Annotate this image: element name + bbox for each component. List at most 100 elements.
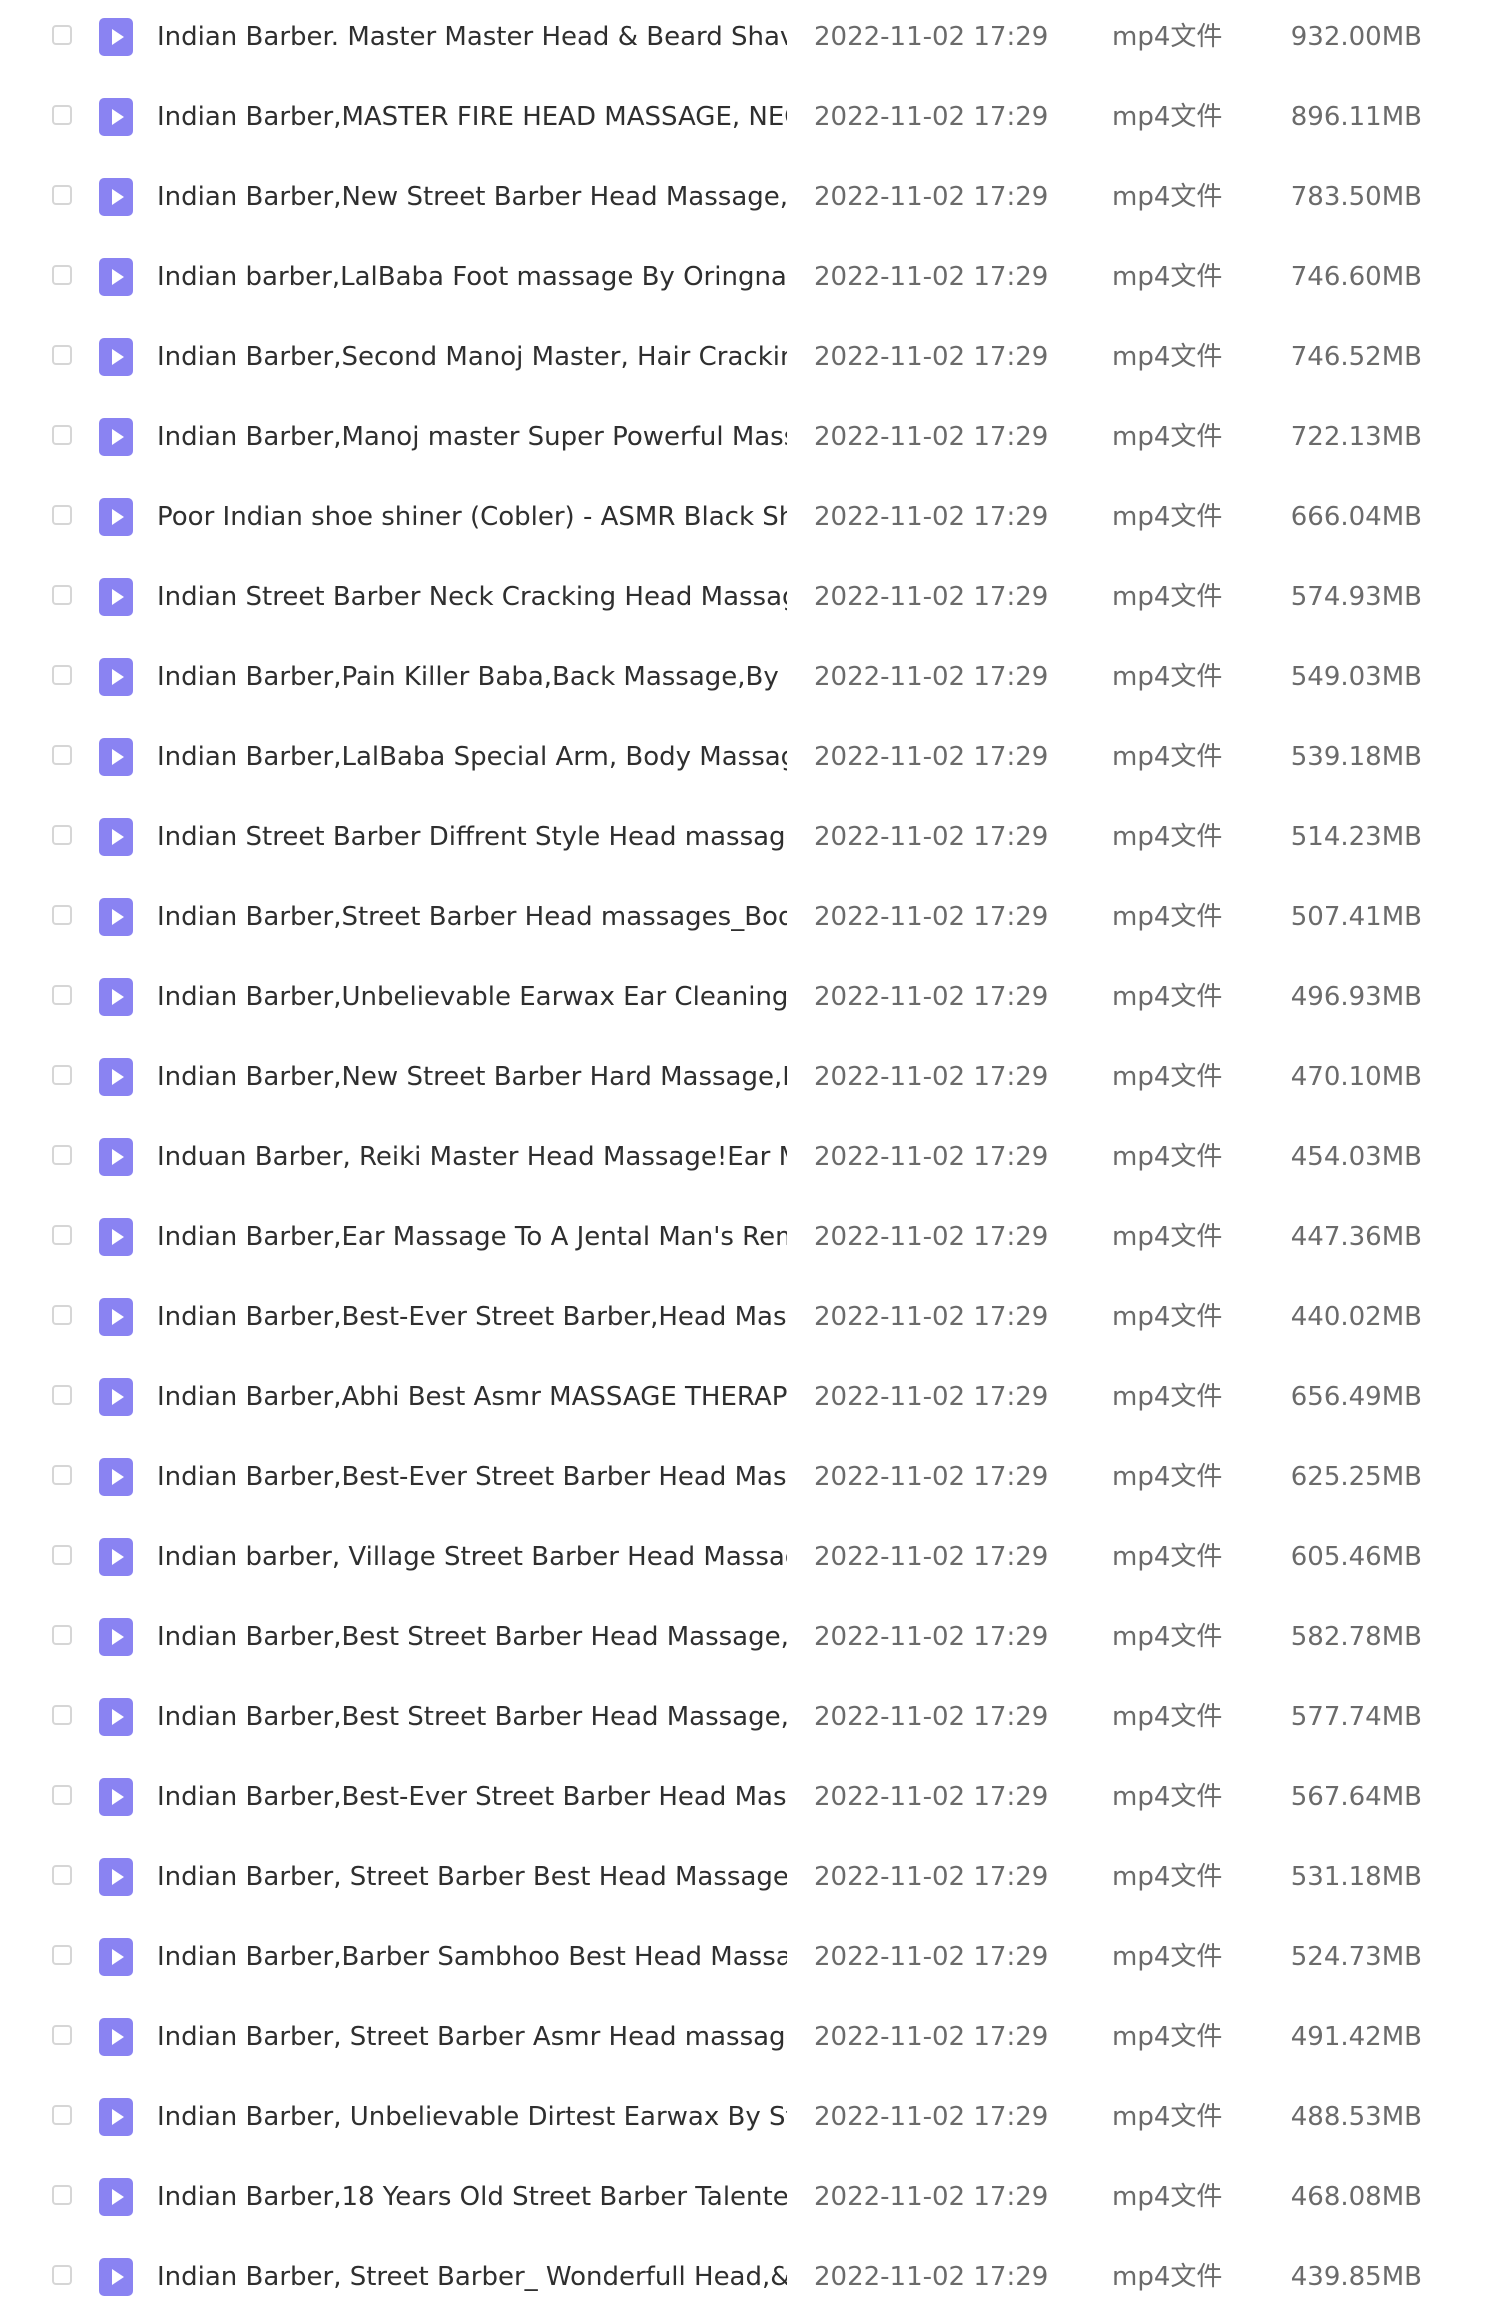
row-checkbox[interactable] (52, 2025, 72, 2045)
file-name[interactable]: Indian Barber,Best-Ever Street Barber He… (157, 1460, 787, 1494)
file-row[interactable]: Indian Barber,New Street Barber Head Mas… (0, 168, 1500, 228)
file-row[interactable]: Indian Barber,Best-Ever Street Barber He… (0, 1448, 1500, 1508)
file-row[interactable]: Indian Barber,Best-Ever Street Barber He… (0, 1768, 1500, 1828)
file-row[interactable]: Indian Barber,Best Street Barber Head Ma… (0, 1688, 1500, 1748)
file-size: 524.73MB (1290, 1942, 1422, 1972)
file-type: mp4文件 (1112, 1462, 1223, 1492)
modified-date: 2022-11-02 17:29 (814, 1142, 1049, 1172)
modified-date: 2022-11-02 17:29 (814, 582, 1049, 612)
file-row[interactable]: Indian Barber,Best Street Barber Head Ma… (0, 1608, 1500, 1668)
video-file-icon (99, 1218, 133, 1256)
file-row[interactable]: Indian Barber,Manoj master Super Powerfu… (0, 408, 1500, 468)
file-name[interactable]: Indian Barber,Barber Sambhoo Best Head M… (157, 1940, 787, 1974)
file-row[interactable]: Indian Barber, Street Barber Asmr Head m… (0, 2008, 1500, 2068)
file-name[interactable]: Indian Barber,Pain Killer Baba,Back Mass… (157, 660, 787, 694)
file-name[interactable]: Indian barber,LalBaba Foot massage By Or… (157, 260, 787, 294)
row-checkbox[interactable] (52, 1705, 72, 1725)
modified-date: 2022-11-02 17:29 (814, 2262, 1049, 2292)
file-row[interactable]: Indian Barber,Street Barber Head massage… (0, 888, 1500, 948)
row-checkbox[interactable] (52, 1625, 72, 1645)
file-name[interactable]: Induan Barber, Reiki Master Head Massage… (157, 1140, 787, 1174)
file-name[interactable]: Indian Barber,New Street Barber Hard Mas… (157, 1060, 787, 1094)
file-row[interactable]: Indian Barber,MASTER FIRE HEAD MASSAGE, … (0, 88, 1500, 148)
row-checkbox[interactable] (52, 25, 72, 45)
file-name[interactable]: Indian Barber, Street Barber Best Head M… (157, 1860, 787, 1894)
file-row[interactable]: Indian Barber,Abhi Best Asmr MASSAGE THE… (0, 1368, 1500, 1428)
file-name[interactable]: Indian Barber,Best-Ever Street Barber,He… (157, 1300, 787, 1334)
row-checkbox[interactable] (52, 985, 72, 1005)
row-checkbox[interactable] (52, 425, 72, 445)
file-name[interactable]: Poor Indian shoe shiner (Cobler) - ASMR … (157, 500, 787, 534)
file-name[interactable]: Indian barber, Village Street Barber Hea… (157, 1540, 787, 1574)
file-row[interactable]: Indian Barber,Second Manoj Master, Hair … (0, 328, 1500, 388)
file-name[interactable]: Indian Barber, Street Barber Asmr Head m… (157, 2020, 787, 2054)
file-row[interactable]: Poor Indian shoe shiner (Cobler) - ASMR … (0, 488, 1500, 548)
file-name[interactable]: Indian Barber, Unbelievable Dirtest Earw… (157, 2100, 787, 2134)
row-checkbox[interactable] (52, 1225, 72, 1245)
file-row[interactable]: Indian Barber, Street Barber_ Wonderfull… (0, 2248, 1500, 2308)
row-checkbox[interactable] (52, 2185, 72, 2205)
file-name[interactable]: Indian Barber,Ear Massage To A Jental Ma… (157, 1220, 787, 1254)
file-name[interactable]: Indian Street Barber Neck Cracking Head … (157, 580, 787, 614)
row-checkbox[interactable] (52, 105, 72, 125)
row-checkbox[interactable] (52, 825, 72, 845)
file-name[interactable]: Indian Barber,Best-Ever Street Barber He… (157, 1780, 787, 1814)
file-size: 783.50MB (1290, 182, 1422, 212)
file-row[interactable]: Indian Barber. Master Master Head & Bear… (0, 8, 1500, 68)
file-type: mp4文件 (1112, 2102, 1223, 2132)
row-checkbox[interactable] (52, 1145, 72, 1165)
file-row[interactable]: Induan Barber, Reiki Master Head Massage… (0, 1128, 1500, 1188)
file-row[interactable]: Indian Barber,New Street Barber Hard Mas… (0, 1048, 1500, 1108)
file-row[interactable]: Indian Street Barber Diffrent Style Head… (0, 808, 1500, 868)
file-row[interactable]: Indian Street Barber Neck Cracking Head … (0, 568, 1500, 628)
file-row[interactable]: Indian Barber,Best-Ever Street Barber,He… (0, 1288, 1500, 1348)
file-row[interactable]: Indian Barber,Unbelievable Earwax Ear Cl… (0, 968, 1500, 1028)
file-name[interactable]: Indian Barber,Abhi Best Asmr MASSAGE THE… (157, 1380, 787, 1414)
row-checkbox[interactable] (52, 1465, 72, 1485)
row-checkbox[interactable] (52, 585, 72, 605)
file-size: 567.64MB (1290, 1782, 1422, 1812)
file-row[interactable]: Indian Barber,Ear Massage To A Jental Ma… (0, 1208, 1500, 1268)
row-checkbox[interactable] (52, 1785, 72, 1805)
file-name[interactable]: Indian Street Barber Diffrent Style Head… (157, 820, 787, 854)
file-size: 577.74MB (1290, 1702, 1422, 1732)
file-row[interactable]: Indian Barber, Street Barber Best Head M… (0, 1848, 1500, 1908)
row-checkbox[interactable] (52, 185, 72, 205)
modified-date: 2022-11-02 17:29 (814, 102, 1049, 132)
row-checkbox[interactable] (52, 1065, 72, 1085)
row-checkbox[interactable] (52, 2105, 72, 2125)
row-checkbox[interactable] (52, 265, 72, 285)
file-row[interactable]: Indian barber, Village Street Barber Hea… (0, 1528, 1500, 1588)
file-name[interactable]: Indian Barber,18 Years Old Street Barber… (157, 2180, 787, 2214)
row-checkbox[interactable] (52, 905, 72, 925)
row-checkbox[interactable] (52, 1305, 72, 1325)
row-checkbox[interactable] (52, 1545, 72, 1565)
file-row[interactable]: Indian Barber,18 Years Old Street Barber… (0, 2168, 1500, 2228)
file-name[interactable]: Indian Barber,Manoj master Super Powerfu… (157, 420, 787, 454)
row-checkbox[interactable] (52, 1865, 72, 1885)
file-name[interactable]: Indian Barber. Master Master Head & Bear… (157, 20, 787, 54)
file-name[interactable]: Indian Barber, Street Barber_ Wonderfull… (157, 2260, 787, 2294)
file-row[interactable]: Indian Barber,Pain Killer Baba,Back Mass… (0, 648, 1500, 708)
file-row[interactable]: Indian Barber, Unbelievable Dirtest Earw… (0, 2088, 1500, 2148)
file-row[interactable]: Indian barber,LalBaba Foot massage By Or… (0, 248, 1500, 308)
file-type: mp4文件 (1112, 2182, 1223, 2212)
file-row[interactable]: Indian Barber,Barber Sambhoo Best Head M… (0, 1928, 1500, 1988)
video-file-icon (99, 738, 133, 776)
row-checkbox[interactable] (52, 505, 72, 525)
row-checkbox[interactable] (52, 665, 72, 685)
row-checkbox[interactable] (52, 345, 72, 365)
row-checkbox[interactable] (52, 1945, 72, 1965)
file-row[interactable]: Indian Barber,LalBaba Special Arm, Body … (0, 728, 1500, 788)
file-name[interactable]: Indian Barber,New Street Barber Head Mas… (157, 180, 787, 214)
file-name[interactable]: Indian Barber,MASTER FIRE HEAD MASSAGE, … (157, 100, 787, 134)
file-name[interactable]: Indian Barber,Best Street Barber Head Ma… (157, 1700, 787, 1734)
row-checkbox[interactable] (52, 2265, 72, 2285)
row-checkbox[interactable] (52, 1385, 72, 1405)
file-name[interactable]: Indian Barber,Street Barber Head massage… (157, 900, 787, 934)
file-name[interactable]: Indian Barber,Second Manoj Master, Hair … (157, 340, 787, 374)
row-checkbox[interactable] (52, 745, 72, 765)
file-name[interactable]: Indian Barber,LalBaba Special Arm, Body … (157, 740, 787, 774)
file-name[interactable]: Indian Barber,Unbelievable Earwax Ear Cl… (157, 980, 787, 1014)
file-name[interactable]: Indian Barber,Best Street Barber Head Ma… (157, 1620, 787, 1654)
